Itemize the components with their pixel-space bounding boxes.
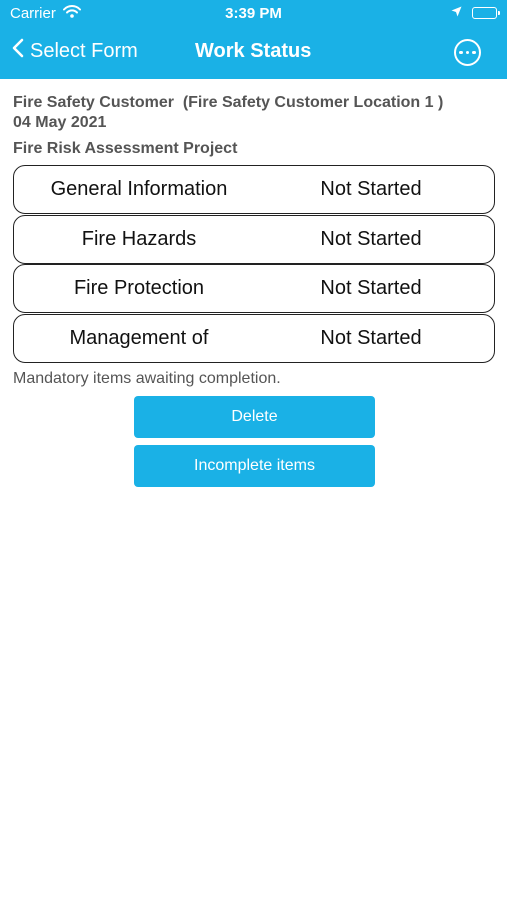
section-name: General Information	[50, 178, 228, 200]
back-button-label: Select Form	[30, 39, 138, 62]
section-status: Not Started	[320, 178, 422, 200]
location-arrow-icon	[451, 4, 462, 22]
section-row[interactable]: Fire Hazards Not Started	[13, 214, 495, 264]
status-time: 3:39 PM	[225, 5, 282, 22]
section-row[interactable]: Management of Not Started	[13, 313, 495, 363]
assessment-date: 04 May 2021	[13, 114, 107, 131]
customer-info: Fire Safety Customer (Fire Safety Custom…	[13, 93, 493, 133]
project-name: Fire Risk Assessment Project	[13, 140, 238, 157]
back-button[interactable]: Select Form	[12, 38, 138, 64]
section-status: Not Started	[320, 227, 422, 250]
section-name: Management of	[69, 326, 209, 349]
section-name: Fire Hazards	[81, 227, 197, 250]
section-row[interactable]: General Information Not Started	[13, 165, 495, 214]
section-row[interactable]: Fire Protection Not Started	[13, 264, 495, 313]
customer-line: Fire Safety Customer (Fire Safety Custom…	[13, 94, 444, 111]
more-options-icon[interactable]	[454, 39, 481, 66]
chevron-left-icon	[12, 38, 24, 64]
section-list: General Information Not Started Fire Haz…	[13, 165, 495, 363]
page-title: Work Status	[195, 40, 312, 62]
top-bar: Carrier 3:39 PM Select Form Work Status	[0, 0, 507, 79]
section-name: Fire Protection	[73, 277, 205, 299]
section-status: Not Started	[320, 326, 422, 349]
mandatory-note: Mandatory items awaiting completion.	[13, 370, 281, 387]
section-status: Not Started	[320, 277, 422, 299]
delete-button[interactable]: Delete	[134, 396, 375, 438]
incomplete-items-button[interactable]: Incomplete items	[134, 445, 375, 487]
battery-icon	[472, 7, 500, 19]
status-indicators	[451, 4, 500, 22]
